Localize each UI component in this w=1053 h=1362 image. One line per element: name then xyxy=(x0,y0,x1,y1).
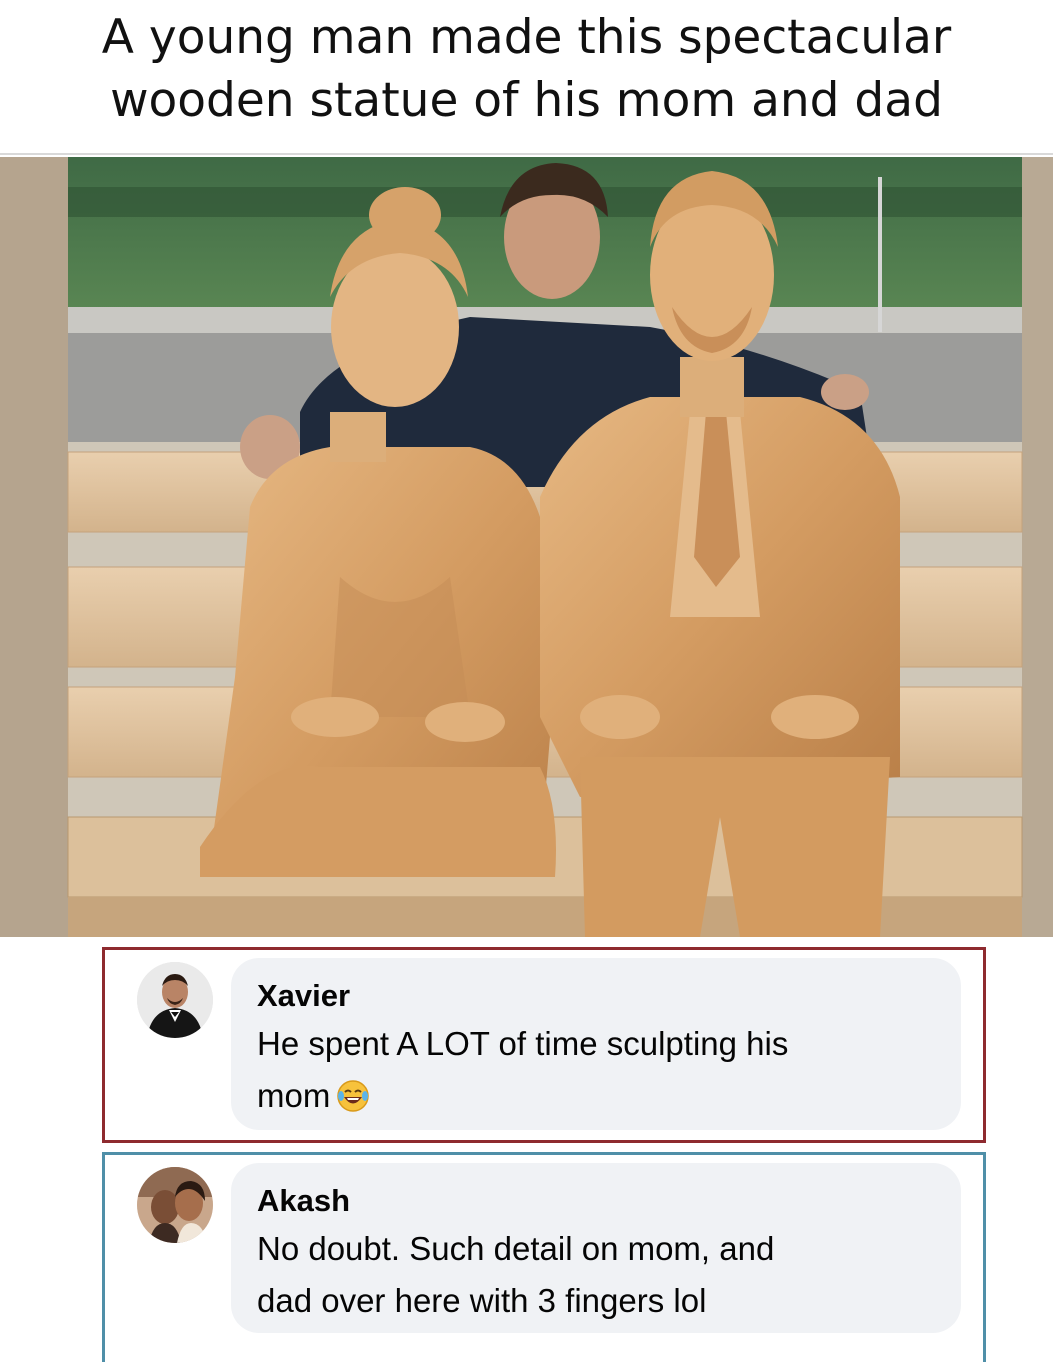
meme-caption: A young man made this spectacular wooden… xyxy=(0,0,1053,155)
avatar[interactable] xyxy=(137,962,213,1038)
comment-text-line-1: He spent A LOT of time sculpting his xyxy=(257,1025,789,1062)
comment-akash: Akash No doubt. Such detail on mom, and … xyxy=(102,1152,986,1362)
avatar-xavier-icon xyxy=(137,962,213,1038)
comment-author[interactable]: Akash xyxy=(257,1179,939,1223)
wooden-statue-illustration xyxy=(0,157,1053,937)
statue-photo xyxy=(0,157,1053,937)
avatar[interactable] xyxy=(137,1167,213,1243)
caption-line-1: A young man made this spectacular xyxy=(101,10,952,65)
comment-text-line-2: dad over here with 3 fingers lol xyxy=(257,1282,707,1319)
caption-line-2: wooden statue of his mom and dad xyxy=(110,73,943,128)
comment-bubble: Akash No doubt. Such detail on mom, and … xyxy=(231,1163,961,1333)
avatar-akash-icon xyxy=(137,1167,213,1243)
comment-xavier: Xavier He spent A LOT of time sculpting … xyxy=(102,947,986,1143)
comment-bubble: Xavier He spent A LOT of time sculpting … xyxy=(231,958,961,1130)
laughing-tears-emoji-icon xyxy=(336,1076,370,1112)
comment-text-line-2-wrap: mom xyxy=(257,1070,939,1122)
comments-section: Xavier He spent A LOT of time sculpting … xyxy=(0,937,1053,1362)
comment-text-line-1: No doubt. Such detail on mom, and xyxy=(257,1230,775,1267)
comment-text-line-2: mom xyxy=(257,1077,331,1114)
comment-author[interactable]: Xavier xyxy=(257,974,939,1018)
